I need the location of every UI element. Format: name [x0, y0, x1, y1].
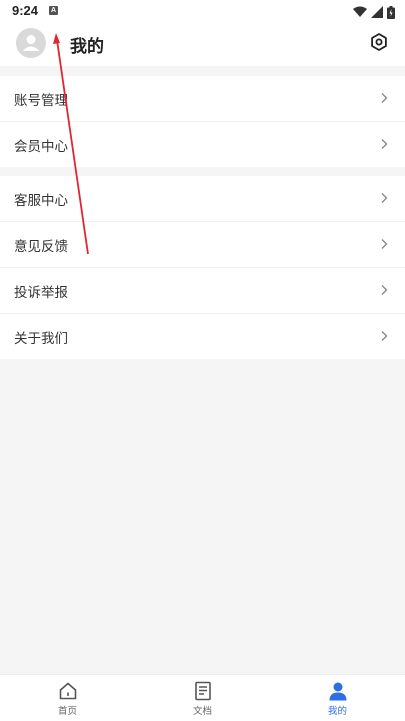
menu-item-account-management[interactable]: 账号管理 — [0, 76, 405, 122]
status-time: 9:24 — [12, 3, 39, 18]
menu-group-account: 账号管理 会员中心 — [0, 76, 405, 167]
avatar[interactable] — [16, 28, 46, 58]
status-bar: 9:24 A — [0, 0, 405, 24]
menu-item-customer-service[interactable]: 客服中心 — [0, 176, 405, 222]
menu-item-feedback[interactable]: 意见反馈 — [0, 222, 405, 268]
menu-item-complaint-report[interactable]: 投诉举报 — [0, 268, 405, 314]
bottom-tab-bar: 首页 文档 我的 — [0, 674, 405, 721]
menu-item-label: 意见反馈 — [14, 239, 68, 255]
menu-item-label: 会员中心 — [14, 139, 68, 155]
tab-label: 文档 — [192, 706, 212, 717]
signal-icon — [371, 6, 383, 18]
menu-item-membership-center[interactable]: 会员中心 — [0, 122, 405, 167]
status-icons — [353, 4, 395, 20]
page-title: 我的 — [70, 37, 104, 57]
wifi-icon — [353, 6, 367, 17]
chevron-right-icon — [381, 239, 388, 249]
menu-item-about-us[interactable]: 关于我们 — [0, 314, 405, 359]
menu-item-label: 投诉举报 — [14, 285, 68, 301]
chevron-right-icon — [381, 93, 388, 103]
menu-item-label: 关于我们 — [14, 331, 68, 347]
document-icon — [194, 681, 211, 701]
avatar-icon — [22, 35, 40, 51]
user-icon — [329, 682, 346, 701]
tab-label: 首页 — [57, 706, 77, 717]
tab-documents[interactable]: 文档 — [135, 675, 270, 721]
home-icon — [59, 682, 76, 700]
tab-home[interactable]: 首页 — [0, 675, 135, 721]
menu-group-support: 客服中心 意见反馈 投诉举报 关于我们 — [0, 176, 405, 359]
chevron-right-icon — [381, 193, 388, 203]
profile-header: 我的 — [0, 24, 405, 66]
tab-label: 我的 — [327, 706, 347, 717]
chevron-right-icon — [381, 139, 388, 149]
settings-icon[interactable] — [369, 32, 389, 52]
battery-icon — [387, 5, 395, 19]
menu-item-label: 账号管理 — [14, 93, 68, 109]
tab-mine[interactable]: 我的 — [270, 675, 405, 721]
menu-item-label: 客服中心 — [14, 193, 68, 209]
notification-a-icon: A — [49, 6, 58, 15]
chevron-right-icon — [381, 285, 388, 295]
chevron-right-icon — [381, 331, 388, 341]
